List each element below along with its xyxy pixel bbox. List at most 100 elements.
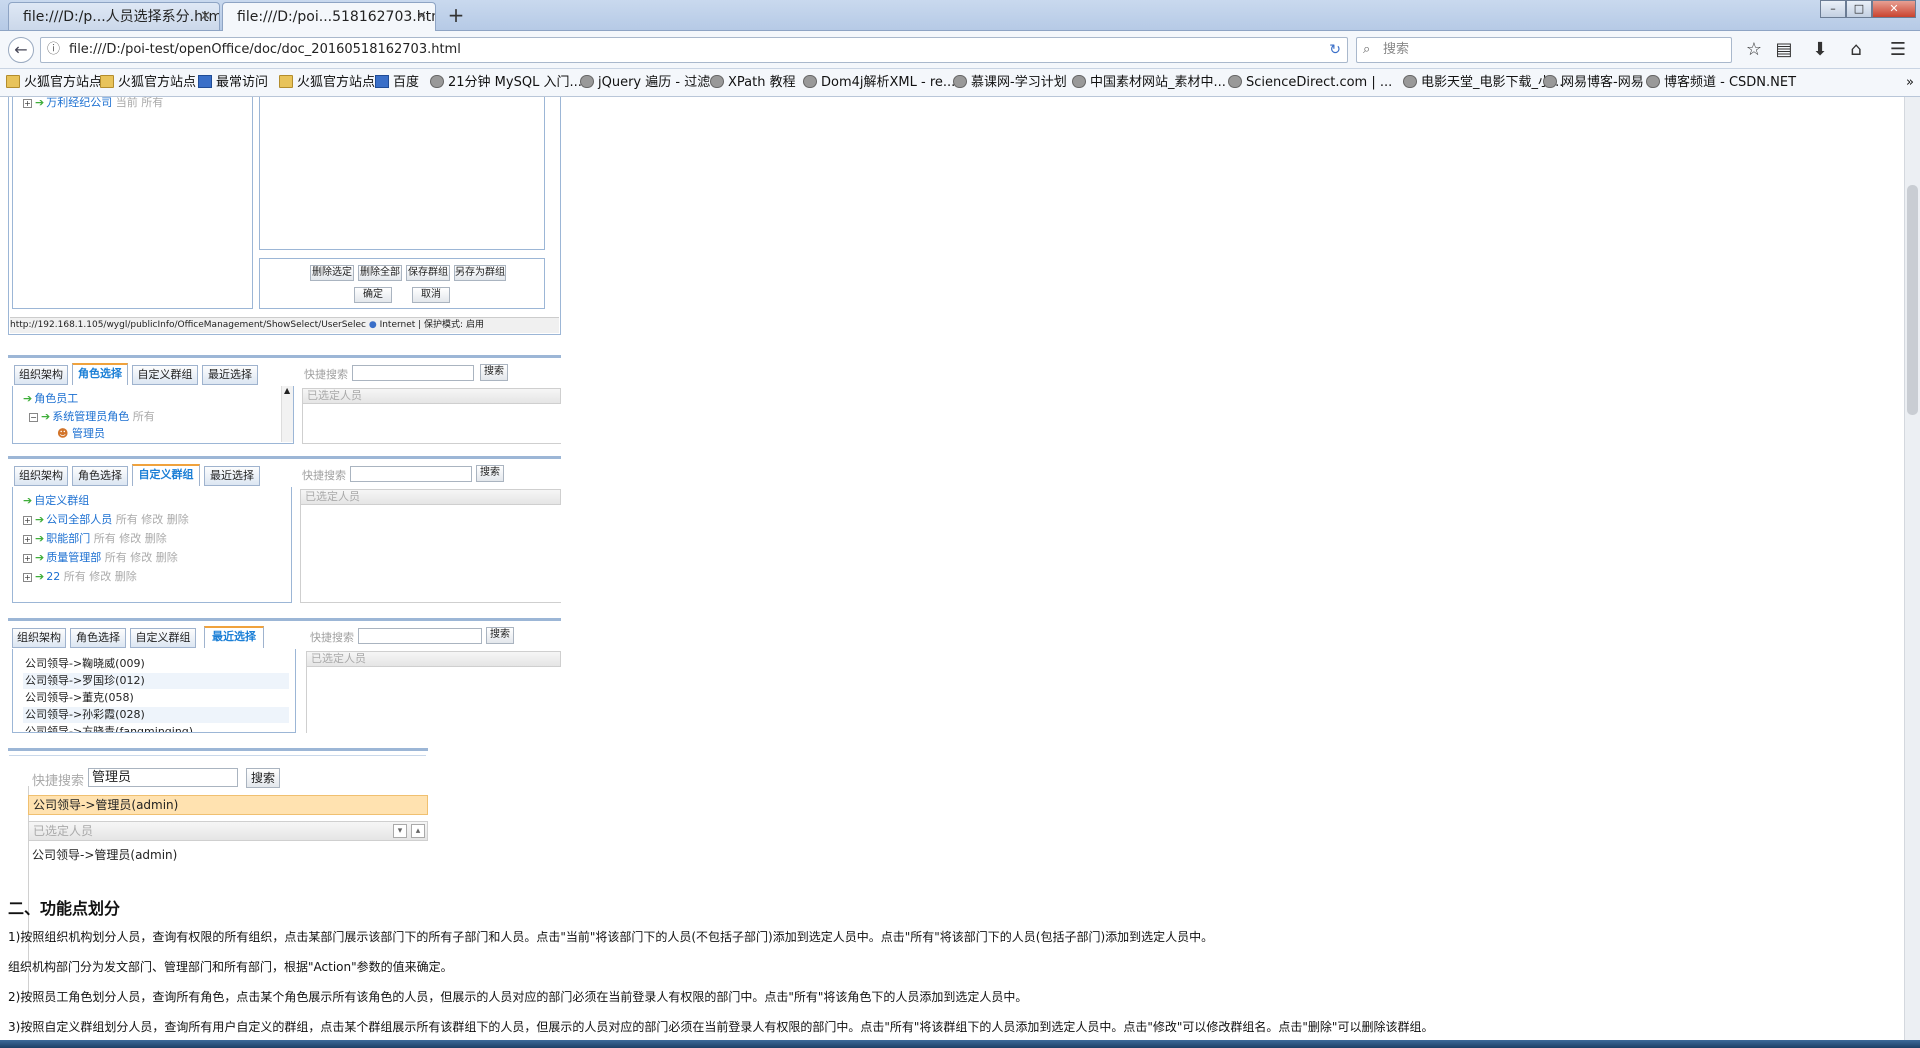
search-button[interactable]: 搜索 [486,627,514,644]
bookmark-item[interactable]: XPath 教程 [710,74,796,92]
arrow-right-icon: ➔ [35,532,45,545]
expand-icon[interactable]: + [23,516,32,525]
quick-search-input[interactable] [350,466,472,482]
ok-button[interactable]: 确定 [354,287,392,303]
tree-item-group-root[interactable]: 自定义群组 [34,494,89,507]
home-icon[interactable]: ⌂ [1844,39,1868,63]
delete-selected-button[interactable]: 删除选定 [310,265,354,281]
bookmark-item[interactable]: 电影天堂_电影下载_小... [1403,74,1563,92]
list-item[interactable]: 公司领导->罗国珍(012) [23,673,289,689]
info-icon[interactable]: ⓘ [47,38,60,62]
tab-role[interactable]: 角色选择 [70,628,126,648]
save-group-button[interactable]: 保存群组 [406,265,450,281]
close-icon[interactable]: ✕ [200,3,211,30]
list-item[interactable]: 公司领导->董克(058) [23,690,289,706]
tree-item-actions[interactable]: 所有 修改 删除 [94,532,167,545]
tree-item-group[interactable]: 公司全部人员 [46,513,112,526]
tab-role[interactable]: 角色选择 [72,466,128,486]
search-button[interactable]: 搜索 [246,768,280,788]
list-item[interactable]: 公司领导->孙彩霞(028) [23,707,289,723]
bookmark-item[interactable]: jQuery 遍历 - 过滤 [580,74,710,92]
expand-icon[interactable]: + [23,99,32,108]
bookmark-item[interactable]: 21分钟 MySQL 入门... [430,74,582,92]
tree-item-role-root[interactable]: 角色员工 [34,392,78,405]
tree-item-actions[interactable]: 所有 修改 删除 [105,551,178,564]
tree-item-actions[interactable]: 所有 修改 删除 [116,513,189,526]
bookmark-item[interactable]: 慕课网-学习计划 [953,74,1067,92]
ie-status-bar: http://192.168.1.105/wygl/publicInfo/Off… [10,317,559,333]
tree-item-group[interactable]: 质量管理部 [46,551,101,564]
close-icon[interactable]: ✕ [416,3,427,31]
tab-org[interactable]: 组织架构 [14,365,68,385]
globe-icon [710,75,724,88]
quick-search-input[interactable]: 管理员 [88,768,238,787]
download-icon[interactable]: ⬇ [1808,39,1832,63]
bookmark-item[interactable]: ScienceDirect.com | ... [1228,74,1392,92]
globe-icon: ● [368,320,377,330]
search-input[interactable]: ⌕ 搜索 [1356,37,1732,63]
search-result-item[interactable]: 公司领导->管理员(admin) [28,795,428,815]
url-bar[interactable]: ⓘ file:///D:/poi-test/openOffice/doc/doc… [40,37,1348,63]
tree-item-company[interactable]: 万利经纪公司 [46,97,112,109]
tab-org[interactable]: 组织架构 [12,628,66,648]
tab-custom-group[interactable]: 自定义群组 [130,628,196,648]
expand-icon[interactable]: + [23,535,32,544]
tree-item-sysadmin-role[interactable]: 系统管理员角色 [52,410,129,423]
tab-recent[interactable]: 最近选择 [204,466,260,486]
quick-search-input[interactable] [358,628,482,644]
bookmark-item[interactable]: 火狐官方站点 [6,74,102,92]
bookmark-star-icon[interactable]: ☆ [1742,39,1766,63]
save-as-group-button[interactable]: 另存为群组 [454,265,506,281]
browser-tab-2[interactable]: file:///D:/poi...518162703.html ✕ [222,2,436,31]
collapse-icon[interactable]: − [29,413,38,422]
reading-list-icon[interactable]: ▤ [1772,39,1796,63]
tab-recent[interactable]: 最近选择 [202,365,258,385]
search-button[interactable]: 搜索 [480,364,508,381]
menu-icon[interactable]: ☰ [1886,39,1910,63]
arrow-right-icon: ➔ [35,570,45,583]
tree-item-actions[interactable]: 所有 修改 删除 [64,570,137,583]
selected-person[interactable]: 公司领导->管理员(admin) [30,846,177,864]
chevron-up-icon[interactable]: ▴ [411,824,425,838]
expand-icon[interactable]: + [23,573,32,582]
tab-custom-group[interactable]: 自定义群组 [132,365,198,385]
list-item[interactable]: 公司领导->鞠晓威(009) [23,656,289,672]
new-tab-button[interactable]: + [443,3,469,29]
bookmarks-overflow-icon[interactable]: » [1906,74,1914,92]
bookmark-item[interactable]: 火狐官方站点 [279,74,375,92]
chevron-down-icon[interactable]: ▾ [393,824,407,838]
divider [9,755,426,756]
bookmark-item[interactable]: 网易博客-网易 [1543,74,1644,92]
tab-org[interactable]: 组织架构 [14,466,68,486]
search-button[interactable]: 搜索 [476,465,504,482]
tree-item-group[interactable]: 22 [46,570,60,583]
list-item[interactable]: 公司领导->方晓青(fangmingjng) [23,724,289,732]
bookmark-item[interactable]: Dom4j解析XML - re... [803,74,955,92]
bookmark-item[interactable]: 博客频道 - CSDN.NET [1646,74,1796,92]
scrollbar[interactable]: ▲ [281,386,293,442]
tree-item-group[interactable]: 职能部门 [46,532,90,545]
tree-item-actions[interactable]: 所有 [133,410,155,423]
back-arrow-icon[interactable]: ← [8,37,34,63]
quick-search-input[interactable] [352,365,474,381]
browser-tab-1[interactable]: file:///D:/p...人员选择系分.html ✕ [8,2,220,30]
tree-item-actions[interactable]: 当前 所有 [116,97,164,109]
bookmark-item[interactable]: 百度 [375,74,419,92]
minimize-icon[interactable]: – [1820,0,1846,18]
tab-role[interactable]: 角色选择 [72,363,128,385]
bookmark-item[interactable]: 中国素材网站_素材中... [1072,74,1226,92]
close-window-icon[interactable]: ✕ [1872,0,1916,18]
reload-icon[interactable]: ↻ [1329,38,1341,62]
tab-recent[interactable]: 最近选择 [204,626,264,648]
expand-icon[interactable]: + [23,554,32,563]
bookmark-item[interactable]: 火狐官方站点 [100,74,196,92]
page-scrollbar[interactable] [1904,97,1920,1040]
scrollbar-thumb[interactable] [1907,185,1918,415]
tree-item-admin[interactable]: 管理员 [72,427,105,440]
maximize-icon[interactable]: □ [1846,0,1872,18]
site-icon [198,75,212,88]
tab-custom-group[interactable]: 自定义群组 [132,464,200,486]
delete-all-button[interactable]: 删除全部 [358,265,402,281]
bookmark-item[interactable]: 最常访问 [198,74,268,92]
cancel-button[interactable]: 取消 [412,287,450,303]
